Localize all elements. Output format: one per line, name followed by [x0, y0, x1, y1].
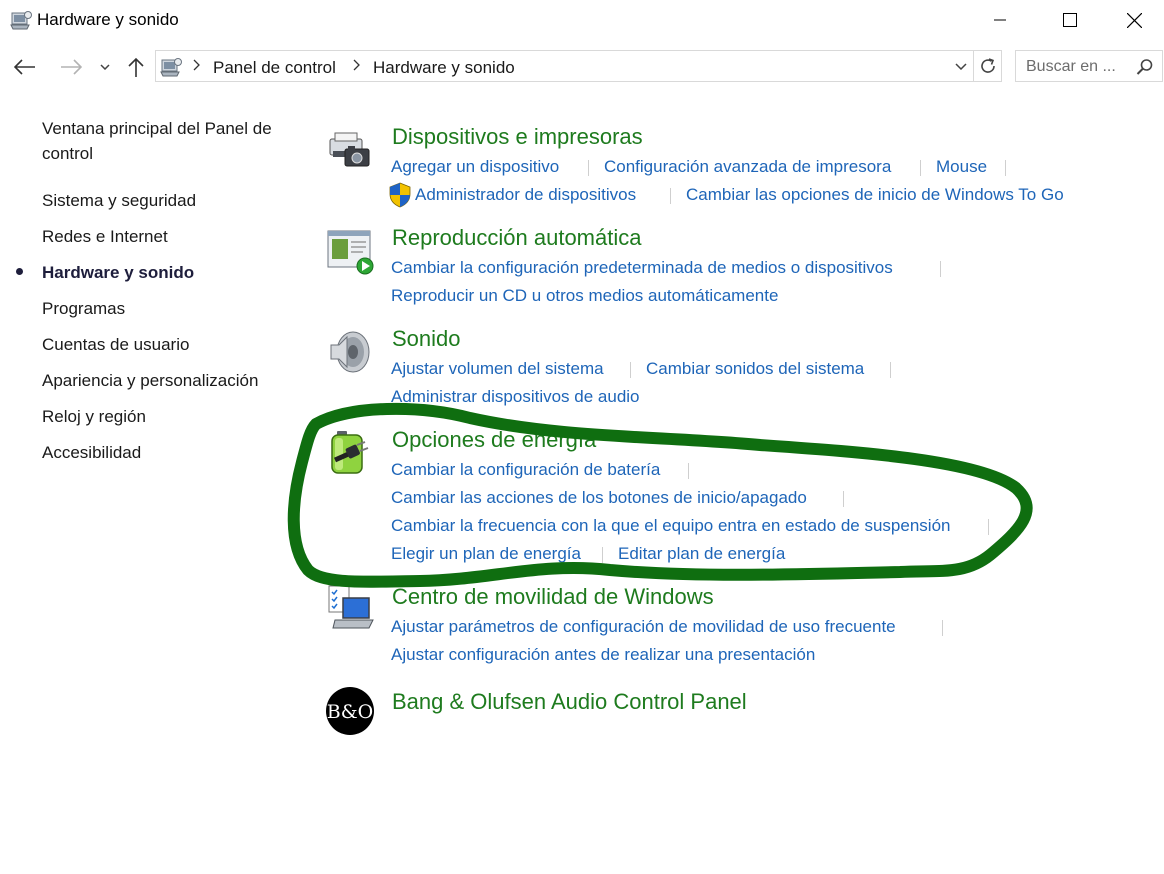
sidebar-item-network-internet[interactable]: Redes e Internet	[42, 224, 168, 249]
breadcrumb-control-panel[interactable]: Panel de control	[213, 58, 336, 78]
link-change-default-media[interactable]: Cambiar la configuración predeterminada …	[391, 258, 893, 278]
link-power-buttons[interactable]: Cambiar las acciones de los botones de i…	[391, 488, 807, 508]
address-dropdown-button[interactable]	[949, 51, 973, 81]
link-separator	[688, 463, 689, 479]
maximize-icon	[1063, 13, 1077, 27]
sidebar-item-programs[interactable]: Programas	[42, 296, 125, 321]
link-separator	[843, 491, 844, 507]
up-arrow-icon	[128, 57, 144, 77]
link-adjust-volume[interactable]: Ajustar volumen del sistema	[391, 359, 604, 379]
category-title-power[interactable]: Opciones de energía	[392, 427, 596, 453]
chevron-down-icon	[100, 64, 110, 70]
minimize-button[interactable]	[965, 0, 1035, 40]
link-separator	[1005, 160, 1006, 176]
category-title-sound[interactable]: Sonido	[392, 326, 461, 352]
breadcrumb-hardware-sound[interactable]: Hardware y sonido	[373, 58, 515, 78]
sidebar-item-hardware-sound[interactable]: Hardware y sonido	[42, 260, 194, 285]
control-panel-icon	[160, 58, 182, 77]
uac-shield-icon	[389, 182, 411, 208]
link-separator	[588, 160, 589, 176]
link-change-system-sounds[interactable]: Cambiar sonidos del sistema	[646, 359, 864, 379]
minimize-icon	[994, 19, 1006, 21]
link-mouse[interactable]: Mouse	[936, 157, 987, 177]
up-button[interactable]	[124, 55, 148, 79]
link-play-cd-auto[interactable]: Reproducir un CD u otros medios automáti…	[391, 286, 778, 306]
mobility-laptop-icon	[328, 585, 374, 629]
refresh-icon	[981, 58, 995, 73]
forward-button[interactable]	[58, 55, 84, 79]
category-title-devices[interactable]: Dispositivos e impresoras	[392, 124, 643, 150]
autoplay-icon	[327, 230, 374, 275]
active-bullet-icon	[16, 268, 23, 275]
svg-text:B&O: B&O	[327, 701, 373, 723]
link-advanced-printer-setup[interactable]: Configuración avanzada de impresora	[604, 157, 891, 177]
search-box[interactable]: Buscar en ...	[1015, 50, 1163, 82]
link-edit-power-plan[interactable]: Editar plan de energía	[618, 544, 785, 564]
back-button[interactable]	[12, 55, 38, 79]
link-device-manager[interactable]: Administrador de dispositivos	[415, 185, 636, 205]
link-separator	[670, 188, 671, 204]
link-separator	[602, 547, 603, 563]
category-title-autoplay[interactable]: Reproducción automática	[392, 225, 641, 251]
bang-olufsen-logo-icon: B&O	[326, 687, 374, 735]
link-battery-settings[interactable]: Cambiar la configuración de batería	[391, 460, 660, 480]
link-separator	[988, 519, 989, 535]
link-separator	[630, 362, 631, 378]
link-separator	[890, 362, 891, 378]
category-title-bang-olufsen[interactable]: Bang & Olufsen Audio Control Panel	[392, 689, 747, 715]
chevron-right-icon	[193, 59, 200, 71]
battery-plug-icon	[331, 431, 369, 474]
title-bar: Hardware y sonido	[0, 0, 1164, 40]
sidebar-item-accessibility[interactable]: Accesibilidad	[42, 440, 141, 465]
category-title-mobility[interactable]: Centro de movilidad de Windows	[392, 584, 714, 610]
link-choose-power-plan[interactable]: Elegir un plan de energía	[391, 544, 581, 564]
link-sleep-frequency[interactable]: Cambiar la frecuencia con la que el equi…	[391, 516, 950, 536]
sidebar-item-user-accounts[interactable]: Cuentas de usuario	[42, 332, 189, 357]
address-bar[interactable]: Panel de control Hardware y sonido	[155, 50, 1002, 82]
speaker-icon	[330, 331, 370, 373]
chevron-down-icon	[955, 62, 967, 70]
printer-camera-icon	[329, 132, 370, 167]
link-separator	[940, 261, 941, 277]
maximize-button[interactable]	[1035, 0, 1105, 40]
search-icon	[1136, 59, 1153, 75]
forward-arrow-icon	[61, 59, 82, 75]
sidebar-item-system-security[interactable]: Sistema y seguridad	[42, 188, 196, 213]
control-panel-icon	[10, 11, 32, 30]
sidebar-item-appearance[interactable]: Apariencia y personalización	[42, 368, 258, 393]
sidebar-home-link[interactable]: Ventana principal del Panel de control	[42, 116, 287, 166]
link-manage-audio-devices[interactable]: Administrar dispositivos de audio	[391, 387, 640, 407]
link-windows-to-go[interactable]: Cambiar las opciones de inicio de Window…	[686, 185, 1064, 205]
sidebar-item-clock-region[interactable]: Reloj y región	[42, 404, 146, 429]
link-separator	[920, 160, 921, 176]
link-separator	[942, 620, 943, 636]
close-button[interactable]	[1105, 0, 1164, 40]
recent-locations-button[interactable]	[96, 55, 114, 79]
link-mobility-settings[interactable]: Ajustar parámetros de configuración de m…	[391, 617, 896, 637]
close-icon	[1127, 12, 1142, 28]
link-presentation-settings[interactable]: Ajustar configuración antes de realizar …	[391, 645, 815, 665]
chevron-right-icon	[353, 59, 360, 71]
search-placeholder: Buscar en ...	[1026, 58, 1116, 75]
window-title: Hardware y sonido	[37, 10, 179, 29]
refresh-button[interactable]	[973, 51, 1002, 81]
link-add-device[interactable]: Agregar un dispositivo	[391, 157, 559, 177]
back-arrow-icon	[14, 59, 35, 75]
